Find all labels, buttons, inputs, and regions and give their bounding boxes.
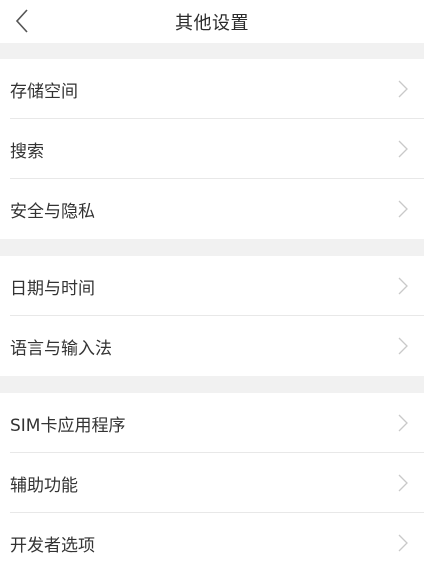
security-privacy-label: 安全与隐私 (10, 201, 95, 222)
security-privacy-row[interactable]: 安全与隐私 (0, 179, 424, 239)
settings-group-locale: 日期与时间 语言与输入法 (0, 256, 424, 376)
chevron-right-icon (398, 277, 408, 295)
page-title: 其他设置 (175, 12, 249, 34)
date-time-label: 日期与时间 (10, 278, 95, 299)
date-time-row[interactable]: 日期与时间 (0, 256, 424, 316)
storage-label: 存储空间 (10, 81, 78, 102)
chevron-right-icon (398, 474, 408, 492)
developer-options-row[interactable]: 开发者选项 (0, 513, 424, 566)
sim-apps-label: SIM卡应用程序 (10, 415, 126, 436)
search-row[interactable]: 搜索 (0, 119, 424, 179)
accessibility-row[interactable]: 辅助功能 (0, 453, 424, 513)
chevron-right-icon (398, 140, 408, 158)
section-spacer (0, 239, 424, 256)
chevron-right-icon (398, 337, 408, 355)
chevron-right-icon (398, 200, 408, 218)
accessibility-label: 辅助功能 (10, 475, 78, 496)
back-button[interactable] (4, 4, 40, 38)
chevron-right-icon (398, 534, 408, 552)
language-input-label: 语言与输入法 (10, 338, 112, 359)
top-bar: 其他设置 (0, 0, 424, 43)
settings-group-storage: 存储空间 搜索 安全与隐私 (0, 59, 424, 239)
storage-row[interactable]: 存储空间 (0, 59, 424, 119)
chevron-left-icon (15, 9, 28, 33)
chevron-right-icon (398, 80, 408, 98)
sim-apps-row[interactable]: SIM卡应用程序 (0, 393, 424, 453)
developer-options-label: 开发者选项 (10, 535, 95, 556)
search-label: 搜索 (10, 141, 44, 162)
section-spacer (0, 376, 424, 393)
section-spacer (0, 43, 424, 59)
language-input-row[interactable]: 语言与输入法 (0, 316, 424, 376)
chevron-right-icon (398, 414, 408, 432)
settings-group-advanced: SIM卡应用程序 辅助功能 开发者选项 (0, 393, 424, 566)
other-settings-screen: 其他设置 存储空间 搜索 安全与隐私 日期与时间 语言与输入法 SIM卡应用程序 (0, 0, 424, 566)
